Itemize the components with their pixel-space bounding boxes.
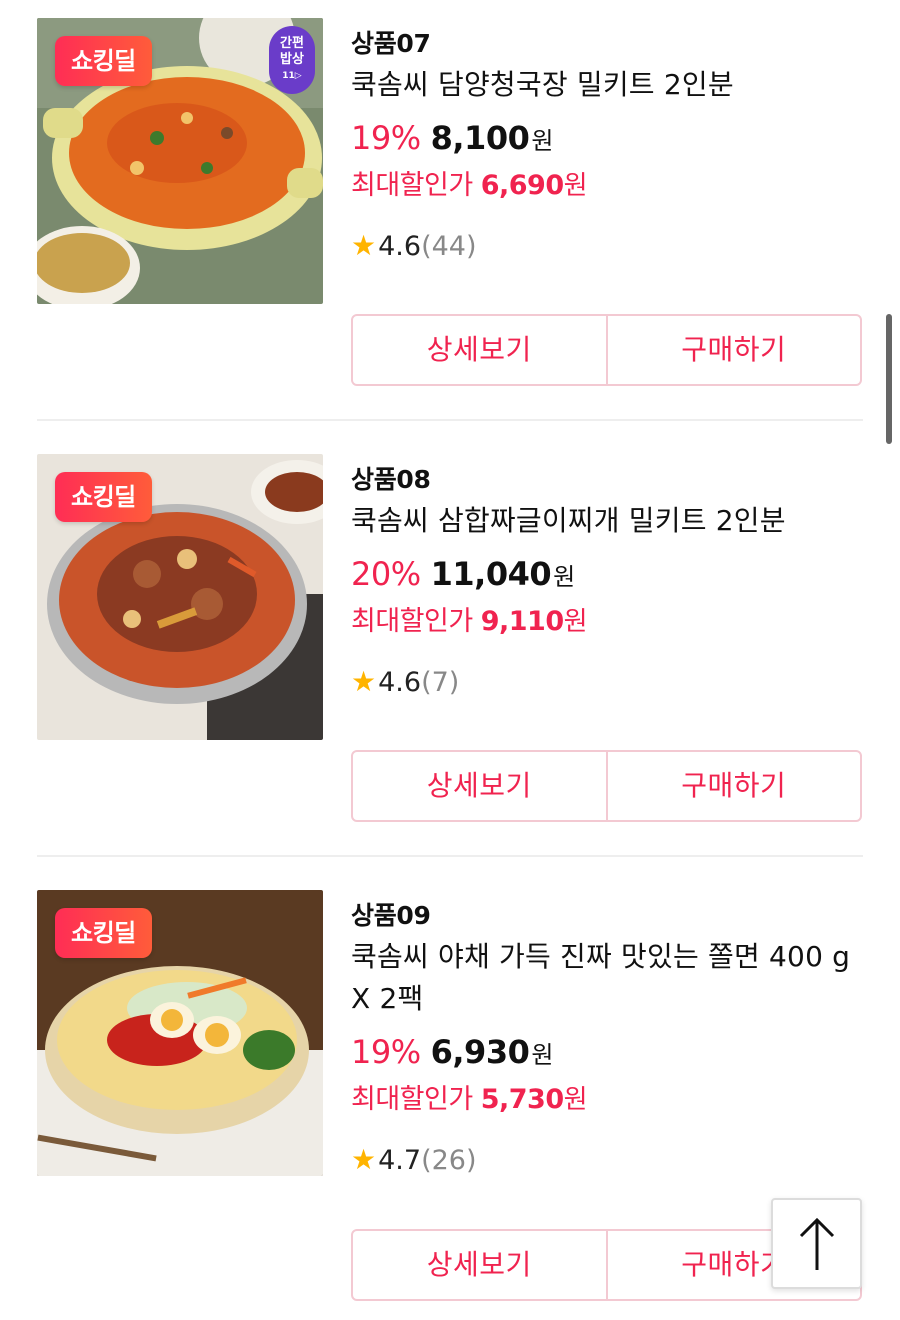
detail-button[interactable]: 상세보기 [353, 316, 606, 384]
product-image[interactable]: 쇼킹딜 간편 밥상 11▷ [37, 18, 323, 304]
product-card: 쇼킹딜 상품09 쿡솜씨 야채 가득 진짜 맛있는 쫄면 400 g X 2팩 … [0, 890, 900, 1320]
buy-button[interactable]: 구매하기 [605, 316, 861, 384]
star-icon: ★ [351, 665, 377, 698]
detail-button[interactable]: 상세보기 [353, 1231, 606, 1299]
price-row: 19% 8,100원 [351, 116, 866, 166]
currency: 원 [563, 607, 588, 637]
rating: ★4.6(7) [351, 662, 866, 703]
brand-badge-line2: 밥상 [280, 52, 304, 67]
product-card: 쇼킹딜 상품08 쿡솜씨 삼합짜글이찌개 밀키트 2인분 20% 11,040원 … [0, 454, 900, 890]
review-count: (44) [421, 231, 477, 262]
product-code: 상품08 [351, 465, 431, 494]
divider [37, 419, 863, 421]
currency: 원 [531, 127, 554, 155]
brand-badge: 간편 밥상 11▷ [269, 26, 315, 94]
max-discount-row: 최대할인가 5,730원 [351, 1080, 866, 1120]
rating-score: 4.7 [378, 1145, 422, 1176]
product-name[interactable]: 쿡솜씨 야채 가득 진짜 맛있는 쫄면 400 g X 2팩 [351, 936, 866, 1020]
max-discount-row: 최대할인가 9,110원 [351, 602, 866, 642]
currency: 원 [563, 1085, 588, 1115]
detail-button[interactable]: 상세보기 [353, 752, 606, 820]
discount-rate: 19% [351, 119, 421, 157]
discount-rate: 19% [351, 1033, 421, 1071]
rating: ★4.6(44) [351, 226, 866, 267]
rating-score: 4.6 [378, 231, 422, 262]
max-discount-price: 5,730 [480, 1084, 564, 1115]
max-discount-price: 6,690 [480, 170, 564, 201]
scrollbar[interactable] [886, 314, 892, 444]
buy-button[interactable]: 구매하기 [605, 752, 861, 820]
action-buttons: 상세보기 구매하기 [351, 314, 862, 386]
review-count: (26) [421, 1145, 477, 1176]
product-code: 상품07 [351, 29, 431, 58]
divider [37, 855, 863, 857]
sale-price: 6,930 [430, 1033, 530, 1071]
rating: ★4.7(26) [351, 1140, 866, 1181]
currency: 원 [531, 1041, 554, 1069]
shocking-deal-badge: 쇼킹딜 [55, 908, 152, 958]
shocking-deal-badge: 쇼킹딜 [55, 472, 152, 522]
scroll-to-top-button[interactable] [771, 1198, 862, 1289]
rating-score: 4.6 [378, 667, 422, 698]
price-row: 19% 6,930원 [351, 1030, 866, 1080]
product-image[interactable]: 쇼킹딜 [37, 890, 323, 1176]
currency: 원 [553, 563, 576, 591]
arrow-up-icon [799, 1217, 834, 1270]
max-discount-price: 9,110 [480, 606, 564, 637]
product-info: 상품09 쿡솜씨 야채 가득 진짜 맛있는 쫄면 400 g X 2팩 19% 6… [351, 890, 866, 1181]
price-row: 20% 11,040원 [351, 552, 866, 602]
sale-price: 11,040 [430, 555, 552, 593]
product-name[interactable]: 쿡솜씨 삼합짜글이찌개 밀키트 2인분 [351, 500, 866, 542]
max-discount-label: 최대할인가 [351, 170, 473, 201]
review-count: (7) [421, 667, 460, 698]
product-name[interactable]: 쿡솜씨 담양청국장 밀키트 2인분 [351, 64, 866, 106]
max-discount-row: 최대할인가 6,690원 [351, 166, 866, 206]
product-card: 쇼킹딜 간편 밥상 11▷ 상품07 쿡솜씨 담양청국장 밀키트 2인분 19%… [0, 18, 900, 454]
product-code: 상품09 [351, 901, 431, 930]
max-discount-label: 최대할인가 [351, 1084, 473, 1115]
brand-badge-line3: 11▷ [282, 71, 302, 81]
discount-rate: 20% [351, 555, 421, 593]
shocking-deal-badge: 쇼킹딜 [55, 36, 152, 86]
product-info: 상품07 쿡솜씨 담양청국장 밀키트 2인분 19% 8,100원 최대할인가 6,… [351, 18, 866, 267]
currency: 원 [563, 171, 588, 201]
product-image[interactable]: 쇼킹딜 [37, 454, 323, 740]
max-discount-label: 최대할인가 [351, 606, 473, 637]
star-icon: ★ [351, 229, 377, 262]
product-info: 상품08 쿡솜씨 삼합짜글이찌개 밀키트 2인분 20% 11,040원 최대할인… [351, 454, 866, 703]
brand-badge-line1: 간편 [280, 36, 304, 51]
star-icon: ★ [351, 1143, 377, 1176]
sale-price: 8,100 [430, 119, 530, 157]
action-buttons: 상세보기 구매하기 [351, 750, 862, 822]
